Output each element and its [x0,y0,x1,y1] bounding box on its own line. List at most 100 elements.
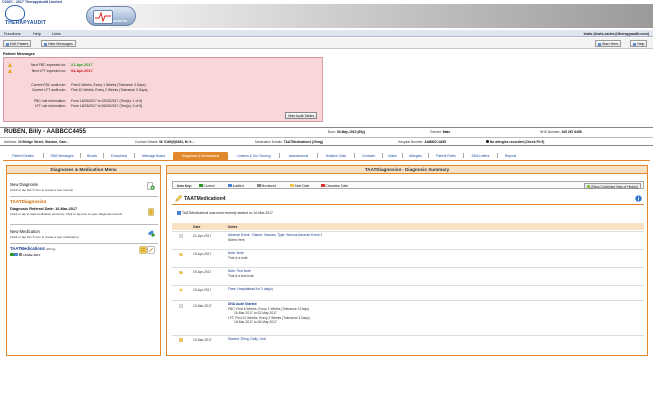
hide-messages-button[interactable]: Hide Messages [41,40,76,47]
add-diagnosis-icon[interactable] [147,182,155,190]
row-note-line1: Started: 20mg, Daily, Oral [228,337,266,341]
tab-bloods[interactable]: Bloods [81,152,103,160]
row-note-line2: This is a test note [228,273,254,278]
medication-record-icon[interactable] [139,246,147,254]
help-button[interactable]: Help [630,40,648,47]
tab-patient-roles[interactable]: Patient Roles [429,152,463,160]
tab-unseen-scoring[interactable]: Unseen & Sol. Scoring [229,152,279,160]
show-combined-history-button[interactable]: (Show Combined View of Histoty) [583,182,641,189]
medication-label: Medication Details: [255,140,283,144]
col-date-header: Date [193,224,201,229]
row-note-line1: Flare: Hospitalised for 2 day(s) [228,287,273,291]
divider [10,196,158,197]
row-notes: Note: Note This is a note [228,251,248,260]
row-date: 19-Apr-2017 [193,252,212,256]
row-note-line2: Notes Here [228,237,245,242]
diagnosis-referral-hint: (Click or tap to load medication summary… [10,212,122,216]
medication-icon [177,211,181,215]
key-monitored-label: Monitored [261,183,277,188]
adverse-event-icon [179,234,183,238]
lft-info-label: LFT rule information: [34,104,66,108]
contact-value: W: 0169(0)0493, M: 0... [159,140,195,144]
row-notes: Adverse Event - Nature: Nausea, Type: Se… [228,233,322,242]
edit-medication-icon[interactable] [147,246,155,254]
address-label: Address: [4,140,18,144]
tab-message-board[interactable]: Message Board [135,152,172,160]
monitored-icon [257,183,261,188]
nhs-label: NHS Number: [540,130,561,134]
key-monitored: Monitored [257,184,276,188]
medication-subheader-title: TAATMedication4 [184,196,226,202]
col-notes-header: Notes [228,224,238,229]
current-icon [10,252,14,257]
row-date: 19-Apr-2017 [193,288,212,292]
help-label: Help [637,42,645,47]
tab-sms-messages[interactable]: SMS Messages [44,152,80,160]
start-date-icon [290,183,294,188]
menu-functions[interactable]: Functions [4,32,20,36]
start-here-button[interactable]: Start Here [595,40,622,47]
edit-patient-label: Edit Patient [10,42,29,47]
audited-icon [228,183,232,188]
new-diagnosis-item[interactable]: New Diagnosis (Click or tap this ® icon … [10,182,158,192]
home-icon [597,42,601,46]
monitor-logo: MONITOR [86,6,136,26]
new-medication-item[interactable]: New Medication (Click or tap this ® icon… [10,229,158,239]
allergy-dot-icon [486,140,489,144]
contact-field: Contact Details: W: 0169(0)0493, M: 0... [135,140,194,144]
address-field: Address: 10 Bridge Street, Staxton, Cam.… [4,140,69,144]
tab-diagnoses-medications[interactable]: Diagnoses & Medications [173,152,228,160]
tab-bar: Patient Details SMS Messages Bloods Exce… [3,151,650,161]
row-notes: DNA Audit Started FBC: First 6 Weeks, Ev… [228,302,310,325]
edit-patient-button[interactable]: Edit Patient [3,40,32,47]
medication-dose: (20mg) [45,247,56,251]
menu-links[interactable]: Links [52,32,61,36]
key-start-date: Start Date [290,184,309,188]
allergies-value: No allergies recorded (Check Fit 5) [489,140,545,144]
divider [10,243,158,244]
tab-dna-letters[interactable]: DNA Letters [464,152,497,160]
edit-icon [5,42,9,46]
menu-bar: Functions Help Links lewis (lewis.carter… [0,30,653,37]
medication-subheader: TAATMedication4 [172,194,644,205]
add-medication-icon[interactable] [147,229,155,237]
key-cessation-date-label: Cessation Date [325,183,349,188]
table-row[interactable]: 19-Apr-2017 Flare: Hospitalised for 2 da… [172,285,644,299]
left-panel-title: Diagnoses & Medication Menu [7,166,160,174]
pencil-icon[interactable] [174,195,182,203]
tab-patient-details[interactable]: Patient Details [3,152,43,160]
info-icon[interactable] [635,195,642,202]
start-here-label: Start Here [602,42,619,47]
tab-helpline-calls[interactable]: Helpline Calls [318,152,354,160]
diagnosis-record-icon[interactable] [147,208,155,216]
key-audited: Audited [228,184,244,188]
filter-icon [586,184,590,188]
tab-assessments[interactable]: Assessments [280,152,317,160]
hide-messages-label: Hide Messages [48,42,73,47]
started-note-text: TAATMedication4 was most recently starte… [182,211,273,216]
table-row[interactable]: 10-Mar-2017 DNA Audit Started FBC: First… [172,300,644,334]
medication-item[interactable]: TAATMedication4 (20mg) 10-Mar-2017 [10,246,158,257]
tab-allergies[interactable]: Allergies [403,152,428,160]
diagnosis-referral-item[interactable]: Diagnosis Referral Date: 10-Mar-2017 (Cl… [10,207,158,216]
audited-icon [14,252,18,257]
medication-title: TAATMedication4 (20mg) [10,246,158,251]
user-info: lewis (lewis.carter@therapyaudit.com) [583,31,649,36]
menu-help[interactable]: Help [33,32,41,36]
tab-exceptions[interactable]: Exceptions [104,152,134,160]
current-lft-label: Current LFT audit rule: [31,88,66,92]
table-row[interactable]: 19-Apr-2017 Note: Test Note This is a tes… [172,267,644,284]
fbc-info-value: From 16/03/2017 to 02/05/2017 (Test(s): … [71,99,143,103]
table-row[interactable]: 19-Apr-2017 Note: Note This is a note [172,249,644,266]
tab-notes[interactable]: Notes [383,152,402,160]
hide-audit-tables-button[interactable]: Hide Audit Tables [285,112,318,119]
lft-info-value: From 16/03/2017 to 06/05/2017 (Test(s): … [71,104,143,108]
tab-reports[interactable]: Reports [498,152,523,160]
diagnosis-summary-panel: TAATDiagnosis4 - Diagnosis Summary Icon … [166,165,648,356]
table-row[interactable]: 21-Apr-2017 Adverse Event - Nature: Naus… [172,231,644,248]
row-date: 19-Apr-2017 [193,270,212,274]
table-row[interactable]: 10-Mar-2017 Started: 20mg, Daily, Oral [172,335,644,347]
tab-contacts[interactable]: Contacts [355,152,382,160]
current-icon [199,183,203,188]
diagnosis-heading[interactable]: TAATDiagnosis4 [10,199,46,204]
